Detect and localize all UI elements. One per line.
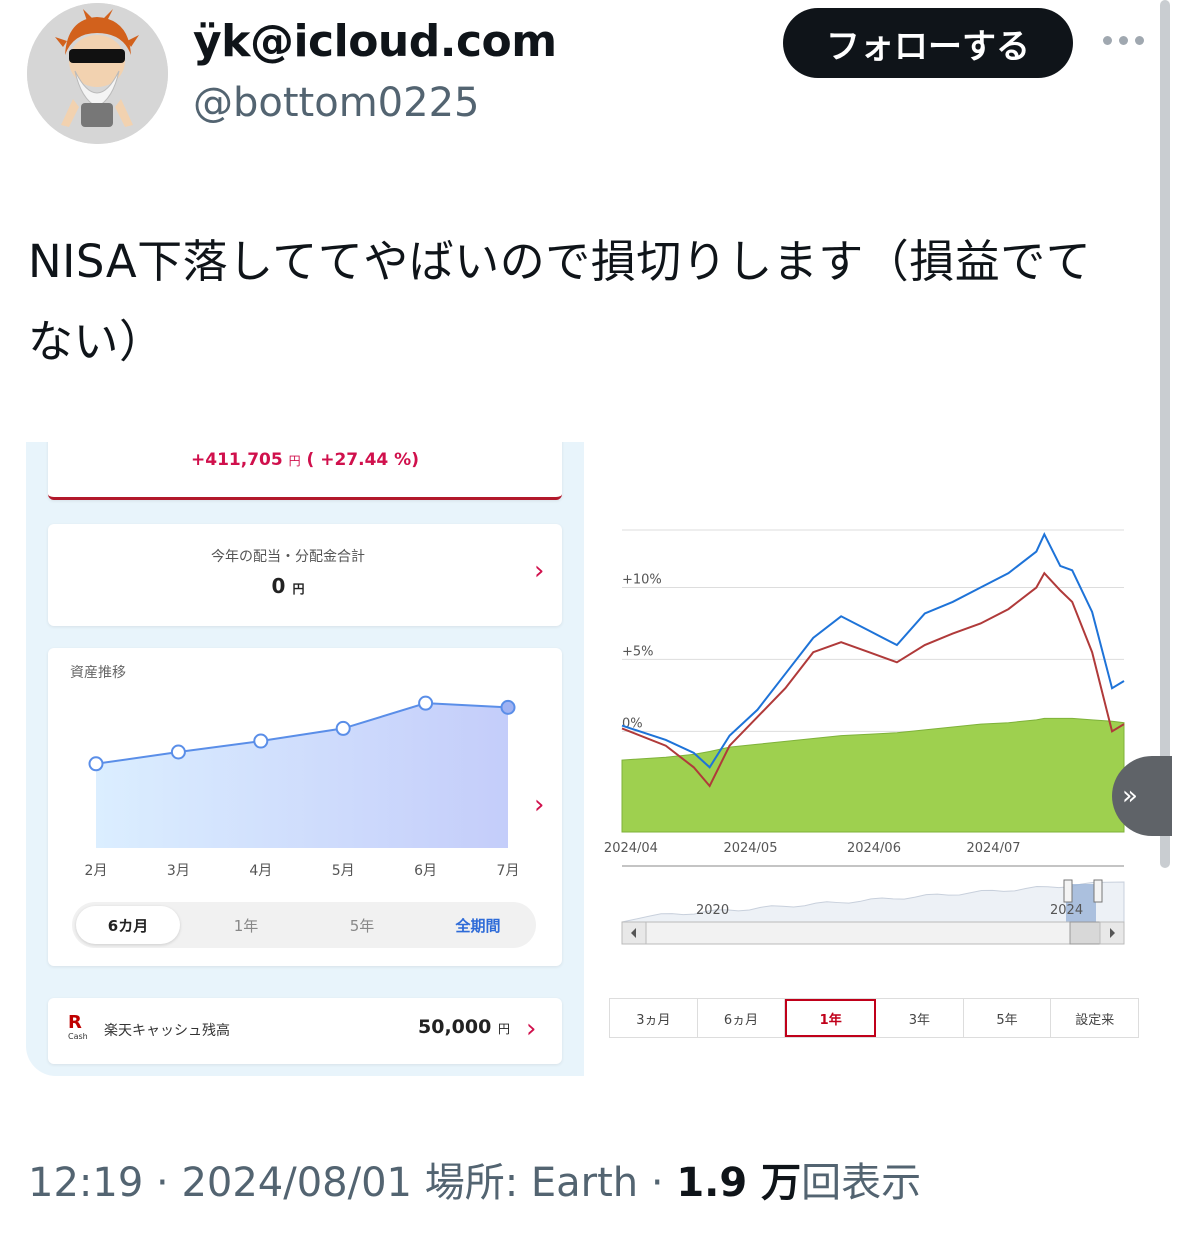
tweet-text: NISA下落しててやばいので損切りします（損益でてない）: [28, 235, 1092, 368]
fund-period-tabs: 3ヵ月 6ヵ月 1年 3年 5年 設定来: [609, 998, 1139, 1038]
month-label: 3月: [166, 863, 190, 879]
navigator-handle-left: [1063, 879, 1073, 903]
dividend-value: 0 円: [48, 574, 528, 598]
asset-point: [170, 744, 186, 760]
x-tick-label: 2024/07: [966, 841, 1020, 856]
asset-point: [500, 699, 516, 715]
asset-trend-card: 資産推移 › 2月 3月 4月 5月 6月 7月 6カ月 1年 5年 全期間: [48, 648, 562, 966]
tweet-location: 場所: Earth: [424, 1160, 639, 1206]
cash-unit: 円: [497, 1022, 510, 1036]
avatar[interactable]: [27, 3, 168, 144]
asset-trend-chart: [88, 695, 516, 848]
gain-card: +411,705 円 ( +27.44 %): [48, 442, 562, 500]
gain-percent: ( +27.44 %): [306, 450, 419, 470]
avatar-image: [27, 3, 168, 144]
navigator-label: 2020: [696, 903, 729, 918]
benchmark-area: [621, 717, 1125, 833]
fund-tab-1y[interactable]: 1年: [785, 999, 877, 1037]
fund-tab-3m[interactable]: 3ヵ月: [610, 999, 698, 1037]
x-tick-label: 2024/04: [604, 841, 658, 856]
user-handle[interactable]: @bottom0225: [193, 80, 479, 126]
cash-value: 50,000 円: [418, 1016, 510, 1038]
asset-point: [253, 733, 269, 749]
fund-tab-5y[interactable]: 5年: [964, 999, 1052, 1037]
navigator-label: 2024: [1050, 903, 1083, 918]
scrollbar[interactable]: [1160, 0, 1170, 868]
period-all[interactable]: 全期間: [420, 902, 536, 948]
fund-tab-3y[interactable]: 3年: [876, 999, 964, 1037]
fund-tab-6m[interactable]: 6ヵ月: [698, 999, 786, 1037]
tweet-time[interactable]: 12:19: [28, 1160, 143, 1206]
chevron-right-icon[interactable]: ›: [526, 1014, 536, 1044]
gain-text: +411,705 円 ( +27.44 %): [48, 450, 562, 470]
gain-unit: 円: [288, 454, 301, 468]
y-tick-label: +5%: [622, 644, 654, 659]
dividend-card[interactable]: 今年の配当・分配金合計 0 円 ›: [48, 524, 562, 626]
period-5y[interactable]: 5年: [304, 902, 420, 948]
asset-area: [96, 703, 508, 848]
app-screenshot: +411,705 円 ( +27.44 %) 今年の配当・分配金合計 0 円 ›…: [26, 442, 584, 1076]
y-tick-label: +10%: [622, 573, 662, 588]
fund-tab-since-inception[interactable]: 設定来: [1051, 999, 1138, 1037]
cash-balance-card[interactable]: R Cash 楽天キャッシュ残高 50,000 円 ›: [48, 998, 562, 1064]
month-label: 7月: [496, 863, 520, 879]
cash-amount: 50,000: [418, 1016, 492, 1038]
range-scrollbar: [621, 921, 1125, 945]
x-tick-label: 2024/06: [847, 841, 901, 856]
dividend-amount: 0: [271, 574, 286, 598]
chevron-right-icon[interactable]: ›: [534, 790, 544, 820]
gain-amount: +411,705: [191, 450, 283, 470]
period-6m[interactable]: 6カ月: [76, 906, 180, 944]
fund-screenshot: 0% +5% +10% 2024/04 2024/05 2024/06 2024/07 202…: [586, 442, 1172, 1076]
chevron-right-icon[interactable]: ›: [534, 556, 544, 586]
more-options-icon[interactable]: [1103, 30, 1151, 50]
follow-button[interactable]: フォローする: [783, 8, 1073, 78]
month-label: 5月: [331, 863, 355, 879]
display-name[interactable]: ÿk@icloud.com: [193, 16, 557, 67]
month-label: 2月: [84, 863, 108, 879]
fund-performance-chart: 0%+5%+10%2024/04 2024/05 2024/06 2024/07202…: [604, 529, 1125, 945]
asset-point: [88, 756, 104, 772]
view-count: 1.9 万: [676, 1160, 802, 1206]
asset-point: [418, 695, 434, 711]
rakuten-cash-logo: R Cash: [68, 1012, 88, 1042]
asset-point: [335, 720, 351, 736]
tweet-meta: 12:19 · 2024/08/01 場所: Earth · 1.9 万回表示: [28, 1160, 922, 1206]
cash-label: 楽天キャッシュ残高: [104, 1023, 230, 1039]
period-1y[interactable]: 1年: [188, 902, 304, 948]
period-selector: 6カ月 1年 5年 全期間: [72, 902, 536, 948]
month-label: 6月: [414, 863, 438, 879]
navigator-handle-right: [1093, 879, 1103, 903]
month-label: 4月: [249, 863, 273, 879]
x-tick-label: 2024/05: [723, 841, 777, 856]
dividend-label: 今年の配当・分配金合計: [211, 549, 365, 565]
scroll-thumb: [1069, 921, 1101, 945]
view-label: 回表示: [801, 1160, 922, 1206]
tweet-date[interactable]: 2024/08/01: [181, 1160, 412, 1206]
tweet-media[interactable]: +411,705 円 ( +27.44 %) 今年の配当・分配金合計 0 円 ›…: [26, 442, 1172, 1076]
dividend-unit: 円: [292, 582, 305, 596]
